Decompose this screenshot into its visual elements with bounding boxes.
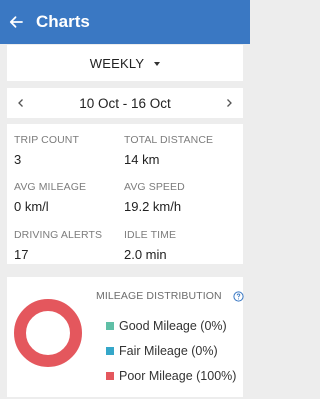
legend-good: Good Mileage (0%): [106, 319, 227, 333]
stat-label: IDLE TIME: [124, 229, 177, 241]
previous-range-button[interactable]: [7, 88, 35, 118]
legend-fair: Fair Mileage (0%): [106, 344, 218, 358]
app-bar: Charts: [0, 0, 250, 44]
donut-slice-poor-mileage: [14, 299, 82, 367]
legend-swatch: [106, 347, 114, 355]
chevron-right-icon: [227, 99, 232, 107]
stat-avg-speed: AVG SPEED 19.2 km/h: [124, 181, 185, 214]
stat-value: 0 km/l: [14, 199, 49, 214]
stat-value: 2.0 min: [124, 247, 167, 262]
mileage-distribution-card: MILEAGE DISTRIBUTION Good Mileage (0%) F…: [7, 277, 244, 397]
next-range-button[interactable]: [215, 88, 243, 118]
stat-value: 3: [14, 152, 22, 167]
legend-poor: Poor Mileage (100%): [106, 369, 236, 383]
help-circle-icon[interactable]: [233, 289, 244, 302]
trip-stats-card: TRIP COUNT 3 TOTAL DISTANCE 14 km AVG MI…: [7, 124, 243, 264]
page-title: Charts: [36, 12, 90, 31]
stat-label: TOTAL DISTANCE: [124, 134, 214, 146]
period-selector[interactable]: WEEKLY: [7, 45, 243, 81]
stat-value: 19.2 km/h: [124, 199, 182, 214]
legend-label: Poor Mileage (100%): [119, 369, 237, 383]
stat-value: 14 km: [124, 152, 160, 167]
stat-label: TRIP COUNT: [14, 134, 79, 146]
stat-label: DRIVING ALERTS: [14, 229, 103, 241]
date-range-navigator: 10 Oct - 16 Oct: [7, 88, 243, 118]
legend-label: Fair Mileage (0%): [119, 344, 218, 358]
stat-avg-mileage: AVG MILEAGE 0 km/l: [14, 181, 86, 214]
legend-swatch: [106, 322, 114, 330]
stat-label: AVG MILEAGE: [14, 181, 87, 193]
distribution-title: MILEAGE DISTRIBUTION: [96, 290, 222, 302]
legend-swatch: [106, 372, 114, 380]
stat-trip-count: TRIP COUNT 3: [14, 134, 79, 167]
date-range-label: 10 Oct - 16 Oct: [79, 95, 171, 111]
period-selected-value: WEEKLY: [89, 55, 145, 71]
mileage-donut-chart: [14, 299, 82, 367]
stat-value: 17: [14, 247, 29, 262]
caret-down-icon: [154, 61, 161, 66]
arrow-left-icon[interactable]: [9, 15, 23, 29]
stat-driving-alerts: DRIVING ALERTS 17: [14, 229, 102, 262]
stat-idle-time: IDLE TIME 2.0 min: [124, 229, 176, 262]
chevron-left-icon: [18, 99, 23, 107]
legend-label: Good Mileage (0%): [119, 319, 227, 333]
stat-total-distance: TOTAL DISTANCE 14 km: [124, 134, 213, 167]
stat-label: AVG SPEED: [124, 181, 185, 193]
